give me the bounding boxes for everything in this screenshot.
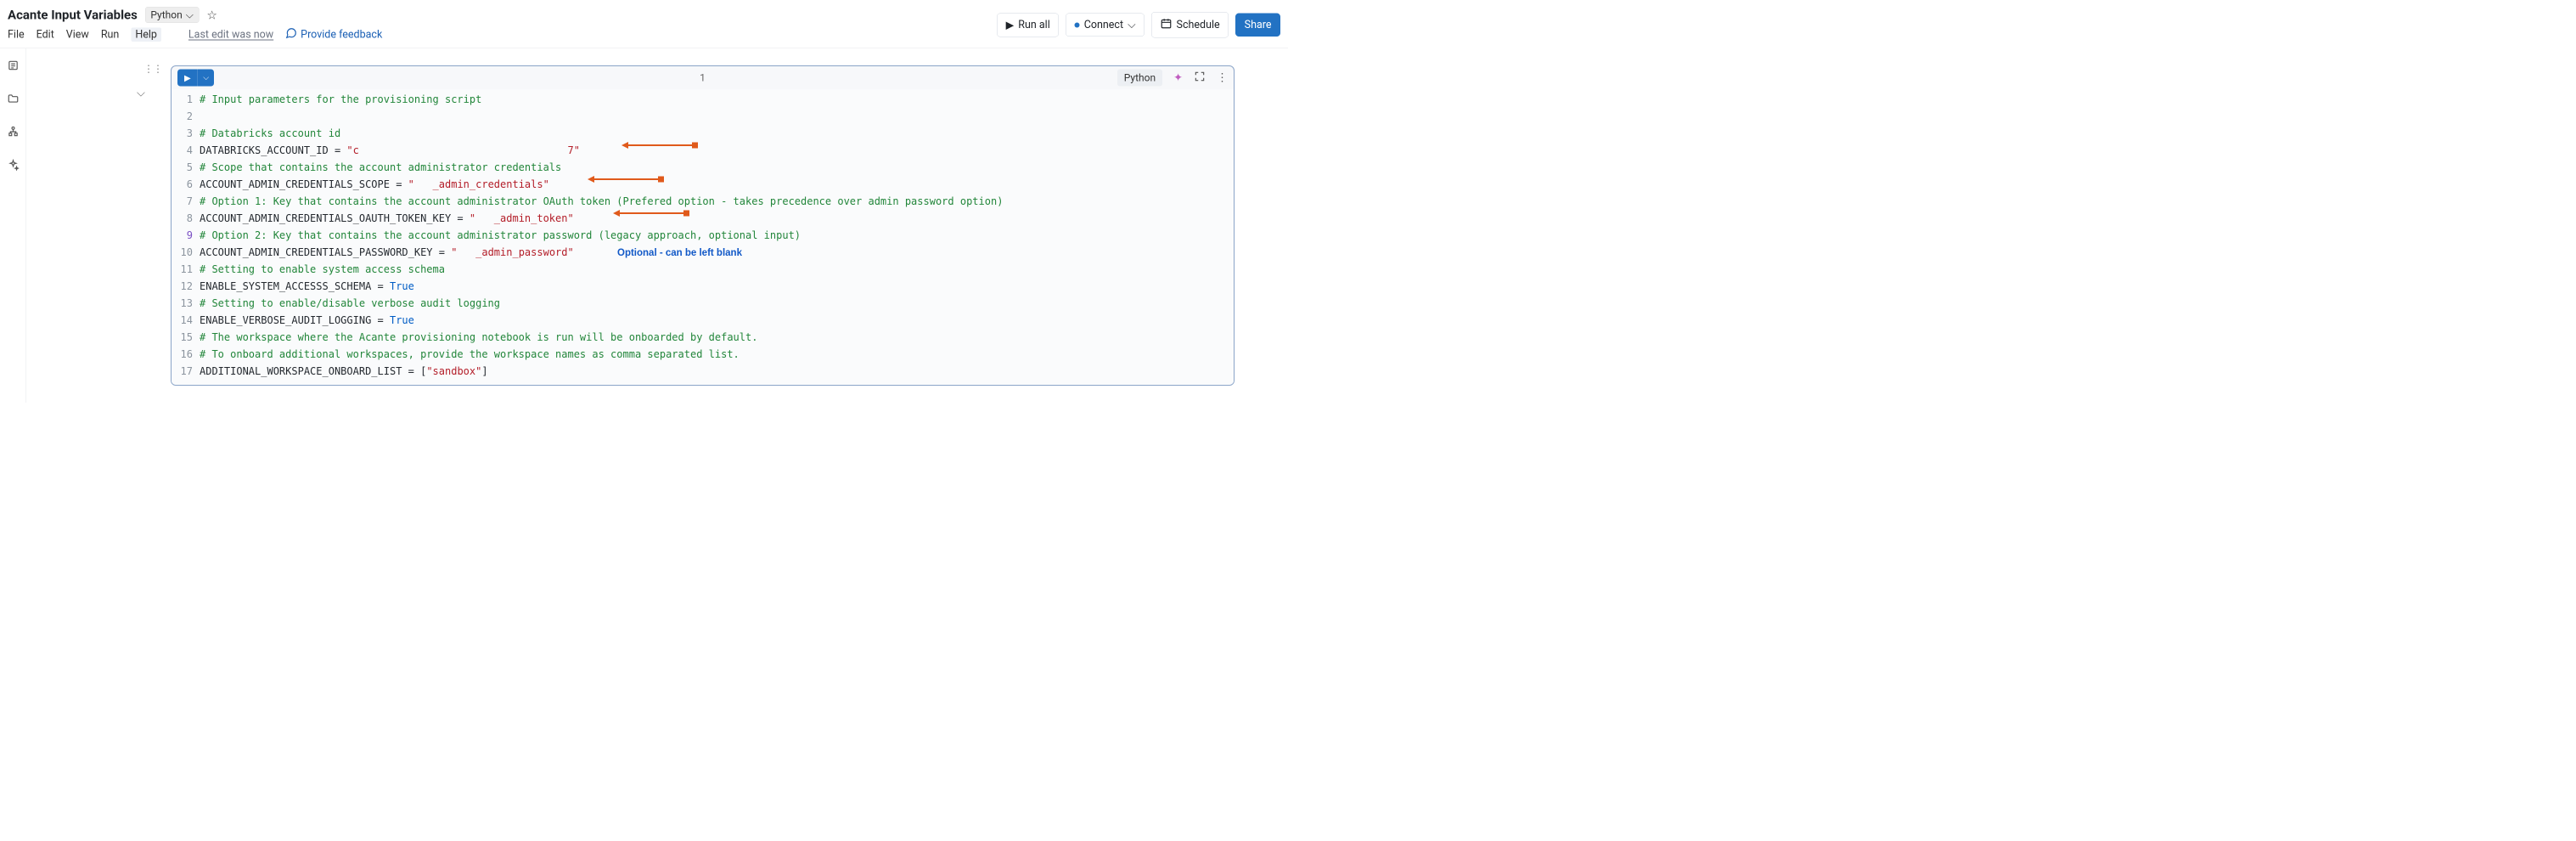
connect-status-icon xyxy=(1075,22,1080,27)
schedule-label: Schedule xyxy=(1177,19,1220,31)
kebab-icon[interactable]: ⋮ xyxy=(1217,71,1228,84)
run-cell-button[interactable]: ▶ ⌵ xyxy=(177,70,214,87)
speech-bubble-icon xyxy=(285,27,297,42)
menu-edit[interactable]: Edit xyxy=(37,29,54,42)
connect-label: Connect xyxy=(1084,19,1123,31)
code-cell[interactable]: ▶ ⌵ 1 Python ✦ ⋮ 1# Input parameters for… xyxy=(171,65,1235,386)
last-edit-link[interactable]: Last edit was now xyxy=(188,29,273,42)
menu-run[interactable]: Run xyxy=(101,29,120,42)
drag-handle-icon[interactable]: ⋮⋮ xyxy=(143,63,162,75)
play-icon: ▶ xyxy=(1006,19,1015,31)
calendar-icon xyxy=(1161,18,1173,33)
share-button[interactable]: Share xyxy=(1235,14,1280,37)
run-all-button[interactable]: ▶ Run all xyxy=(997,13,1059,37)
chevron-down-icon: ⌵ xyxy=(186,9,194,21)
ai-sparkle-icon[interactable]: ✦ xyxy=(1173,71,1183,84)
menu-file[interactable]: File xyxy=(8,29,25,42)
share-label: Share xyxy=(1245,19,1272,31)
feedback-link[interactable]: Provide feedback xyxy=(301,29,382,42)
notebook-title: Acante Input Variables xyxy=(8,8,138,23)
connect-button[interactable]: Connect ⌵ xyxy=(1066,14,1145,37)
sparkle-icon[interactable] xyxy=(7,159,19,174)
outline-icon[interactable] xyxy=(7,59,19,75)
language-dropdown[interactable]: Python ⌵ xyxy=(145,7,199,23)
expand-icon[interactable] xyxy=(1194,71,1206,86)
folder-icon[interactable] xyxy=(7,93,19,108)
play-icon: ▶ xyxy=(177,70,198,87)
code-editor[interactable]: 1# Input parameters for the provisioning… xyxy=(172,89,1234,385)
star-icon[interactable]: ☆ xyxy=(206,8,217,22)
chevron-down-icon: ⌵ xyxy=(1128,19,1135,31)
menu-help[interactable]: Help xyxy=(131,28,161,42)
schema-icon[interactable] xyxy=(7,126,19,141)
chevron-down-icon: ⌵ xyxy=(198,70,214,87)
cell-language-pill[interactable]: Python xyxy=(1117,70,1162,87)
collapse-chevron-icon[interactable]: ⌵ xyxy=(137,87,145,100)
run-all-label: Run all xyxy=(1018,19,1049,31)
language-label: Python xyxy=(150,9,182,21)
cell-index: 1 xyxy=(700,72,706,84)
menu-view[interactable]: View xyxy=(66,29,89,42)
schedule-button[interactable]: Schedule xyxy=(1151,12,1229,38)
